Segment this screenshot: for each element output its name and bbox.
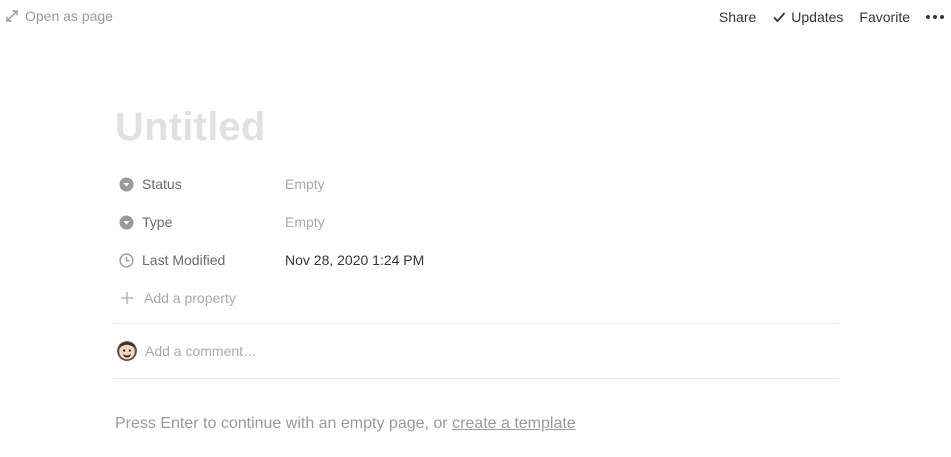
property-row-type: Type Empty <box>113 203 839 241</box>
page-content: Untitled Status Empty Type Empty Last Mo… <box>113 100 839 433</box>
plus-icon <box>121 292 133 304</box>
top-actions: Share Updates Favorite <box>711 7 951 27</box>
property-value-last-modified: Nov 28, 2020 1:24 PM <box>285 252 425 268</box>
check-icon <box>773 12 786 23</box>
comment-input[interactable]: Add a comment… <box>145 343 257 359</box>
clock-icon <box>119 252 134 268</box>
property-row-last-modified: Last Modified Nov 28, 2020 1:24 PM <box>113 241 839 279</box>
favorite-button[interactable]: Favorite <box>851 7 918 27</box>
add-property-button[interactable]: Add a property <box>113 279 839 317</box>
divider-bottom <box>113 378 839 379</box>
updates-label: Updates <box>791 9 844 25</box>
expand-arrows-icon <box>6 10 18 22</box>
property-label: Type <box>142 214 173 230</box>
property-name-type[interactable]: Type <box>113 214 283 230</box>
property-label: Last Modified <box>142 252 226 268</box>
empty-page-hint: Press Enter to continue with an empty pa… <box>113 415 839 433</box>
hint-text: Press Enter to continue with an empty pa… <box>115 415 453 432</box>
user-avatar-icon <box>117 341 137 361</box>
share-label: Share <box>718 9 757 25</box>
property-name-status[interactable]: Status <box>113 176 283 192</box>
comment-row: Add a comment… <box>113 324 839 378</box>
favorite-label: Favorite <box>859 9 910 25</box>
open-as-page-label: Open as page <box>25 8 113 24</box>
property-value-type[interactable]: Empty <box>283 214 327 230</box>
property-name-last-modified[interactable]: Last Modified <box>113 252 283 268</box>
select-icon <box>119 177 134 191</box>
property-list: Status Empty Type Empty Last Modified No… <box>113 165 839 317</box>
top-bar: Open as page Share Updates Favorite <box>0 0 951 34</box>
add-property-label: Add a property <box>144 290 236 306</box>
create-template-link[interactable]: create a template <box>452 415 576 432</box>
open-as-page-button[interactable]: Open as page <box>6 8 113 24</box>
page-title-input[interactable]: Untitled <box>115 100 839 154</box>
property-value-status[interactable]: Empty <box>283 176 327 192</box>
select-icon <box>119 215 134 229</box>
property-row-status: Status Empty <box>113 165 839 203</box>
more-options-button[interactable] <box>918 7 951 27</box>
share-button[interactable]: Share <box>711 7 764 27</box>
more-dots-icon <box>924 15 945 19</box>
updates-button[interactable]: Updates <box>764 7 851 27</box>
avatar <box>117 341 137 361</box>
property-label: Status <box>142 176 182 192</box>
